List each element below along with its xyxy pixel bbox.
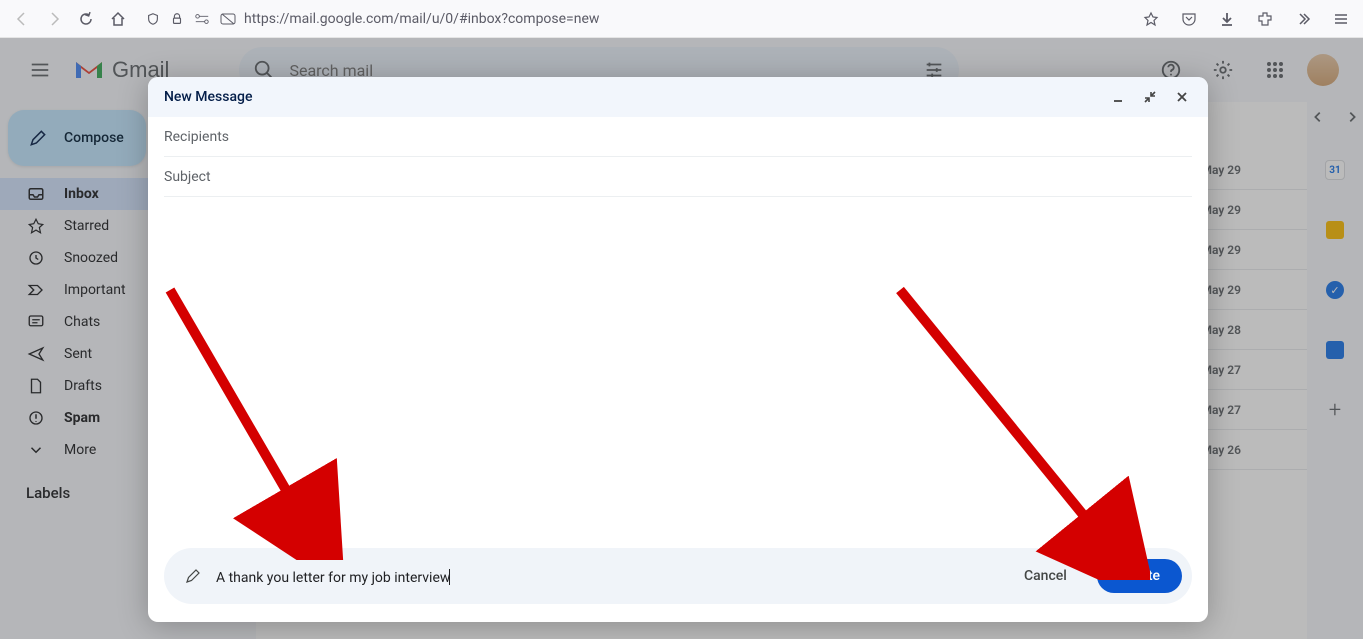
forward-button[interactable] [40,5,68,33]
minimize-button[interactable] [1108,87,1128,107]
close-button[interactable] [1172,87,1192,107]
overflow-button[interactable] [1289,5,1317,33]
compose-body-area[interactable] [164,197,1192,548]
compose-dialog: New Message Recipients Subject A thank y… [148,77,1208,622]
back-button[interactable] [8,5,36,33]
ai-create-button[interactable]: Create [1097,559,1182,593]
recipients-field[interactable]: Recipients [164,117,1192,157]
fullscreen-exit-button[interactable] [1140,87,1160,107]
pocket-button[interactable] [1175,5,1203,33]
ai-prompt-bar: A thank you letter for my job interview … [164,548,1192,604]
compose-header: New Message [148,77,1208,117]
extensions-button[interactable] [1251,5,1279,33]
menu-button[interactable] [1327,5,1355,33]
compose-title: New Message [164,89,252,105]
home-button[interactable] [104,5,132,33]
site-info-icons[interactable] [146,12,236,26]
url-text[interactable]: https://mail.google.com/mail/u/0/#inbox?… [244,11,599,27]
subject-field[interactable]: Subject [164,157,1192,197]
ai-prompt-input[interactable]: A thank you letter for my job interview [216,570,450,586]
downloads-button[interactable] [1213,5,1241,33]
ai-pencil-icon [184,567,202,585]
reload-button[interactable] [72,5,100,33]
browser-toolbar: https://mail.google.com/mail/u/0/#inbox?… [0,0,1363,38]
ai-cancel-button[interactable]: Cancel [1008,560,1083,592]
bookmark-button[interactable] [1137,5,1165,33]
